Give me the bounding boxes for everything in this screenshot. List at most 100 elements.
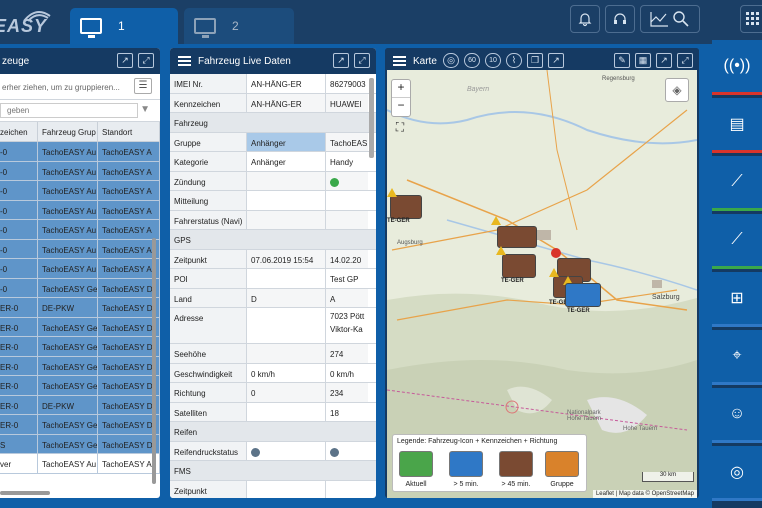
table-row[interactable]: -0 TachoEASY Au TachoEASY A	[0, 200, 160, 220]
list-icon[interactable]: ☰	[134, 78, 152, 94]
filter-row: ▼	[0, 100, 160, 122]
direction-icon	[496, 246, 506, 255]
vehicle-marker[interactable]	[502, 254, 536, 278]
menu-icon[interactable]	[393, 56, 406, 66]
data-row: Seehöhe 274	[170, 344, 376, 364]
status-dot-icon	[330, 447, 339, 457]
field-value-2	[326, 210, 368, 229]
table-cell: S	[0, 434, 38, 453]
sidebar-button[interactable]: ☺	[712, 388, 762, 443]
column-header[interactable]: zeichen	[0, 122, 38, 141]
tab-1[interactable]: 1	[70, 8, 178, 44]
filter-input[interactable]	[0, 103, 138, 118]
table-row[interactable]: -0 TachoEASY Au TachoEASY A	[0, 259, 160, 279]
globe-icon[interactable]: ◎	[443, 53, 459, 68]
table-cell: ER-0	[0, 298, 38, 317]
column-header[interactable]: Standort	[98, 122, 160, 141]
section-header: Fahrzeug	[170, 113, 376, 133]
table-row[interactable]: ER-0 TachoEASY Ge TachoEASY D	[0, 376, 160, 396]
table-row[interactable]: -0 TachoEASY Au TachoEASY A	[0, 181, 160, 201]
table-row[interactable]: ER-0 TachoEASY Ge TachoEASY D	[0, 317, 160, 337]
table-cell: TachoEASY D	[98, 415, 160, 434]
data-row: Reifendruckstatus	[170, 441, 376, 461]
sidebar-button[interactable]: ⟋	[712, 214, 762, 269]
group-bar[interactable]: erher ziehen, um zu gruppieren... ☰	[0, 74, 160, 100]
sidebar-button[interactable]: ⌖	[712, 330, 762, 385]
copy-icon[interactable]: ❐	[527, 53, 543, 68]
menu-icon[interactable]	[178, 56, 191, 66]
table-row[interactable]: -0 TachoEASY Au TachoEASY A	[0, 239, 160, 259]
tab-2[interactable]: 2	[184, 8, 294, 44]
speed-limit-10-icon[interactable]: 10	[485, 53, 501, 68]
table-row[interactable]: ER-0 DE-PKW TachoEASY D	[0, 395, 160, 415]
table-row[interactable]: ver TachoEASY Au TachoEASY A	[0, 454, 160, 474]
expand-icon[interactable]: ⤢	[138, 53, 154, 68]
data-row: Richtung 0 234	[170, 383, 376, 403]
horizontal-scrollbar[interactable]	[0, 491, 50, 495]
table-cell: -0	[0, 239, 38, 258]
zoom-out-button[interactable]: −	[392, 98, 410, 116]
vehicles-panel-header: zeuge ↗ ⤢	[0, 48, 160, 74]
vehicle-marker[interactable]	[390, 195, 422, 219]
speed-limit-60-icon[interactable]: 60	[464, 53, 480, 68]
sidebar-button[interactable]: ⊞	[712, 272, 762, 327]
export-icon[interactable]: ↗	[117, 53, 133, 68]
bell-icon[interactable]	[570, 5, 600, 33]
share-icon[interactable]: ↗	[548, 53, 564, 68]
table-row[interactable]: S TachoEASY Ge TachoEASY D	[0, 434, 160, 454]
layers-icon[interactable]: ◈	[665, 78, 689, 102]
table-row[interactable]: ER-0 TachoEASY Ge TachoEASY D	[0, 337, 160, 357]
filter-icon[interactable]: ▼	[140, 104, 150, 115]
chart-search-icon[interactable]	[640, 5, 700, 33]
export-icon[interactable]: ↗	[333, 53, 349, 68]
section-label: Fahrzeug	[170, 113, 368, 132]
table-cell: TachoEASY D	[98, 278, 160, 297]
grid-icon[interactable]	[740, 5, 762, 33]
field-value-1	[247, 344, 326, 363]
table-cell: TachoEASY A	[98, 454, 160, 473]
table-cell: TachoEASY A	[98, 142, 160, 161]
table-row[interactable]: ER-0 TachoEASY Ge TachoEASY D	[0, 415, 160, 435]
vertical-scrollbar[interactable]	[152, 238, 156, 484]
vehicle-marker[interactable]	[565, 283, 601, 307]
vehicle-label: TE-GER	[567, 308, 590, 314]
table-cell: TachoEASY D	[98, 317, 160, 336]
table-cell: TachoEASY Au	[38, 142, 98, 161]
field-label: Satelliten	[170, 402, 247, 421]
table-row[interactable]: -0 TachoEASY Au TachoEASY A	[0, 161, 160, 181]
table-cell: TachoEASY A	[98, 181, 160, 200]
vertical-scrollbar[interactable]	[369, 78, 374, 158]
sidebar-button[interactable]: ◎	[712, 446, 762, 501]
headset-icon[interactable]	[605, 5, 635, 33]
vehicle-marker[interactable]	[497, 226, 537, 248]
map-layers-icon[interactable]: ▦	[635, 53, 651, 68]
route-icon[interactable]: ⌇	[506, 53, 522, 68]
zoom-in-button[interactable]: +	[392, 80, 410, 98]
table-row[interactable]: ER-0 TachoEASY Ge TachoEASY D	[0, 356, 160, 376]
field-value-2: 18	[330, 408, 339, 418]
table-cell: DE-PKW	[38, 395, 98, 414]
column-header[interactable]: Fahrzeug Grup	[38, 122, 98, 141]
sidebar-button[interactable]: ▤	[712, 98, 762, 153]
monitor-icon	[194, 18, 216, 38]
expand-icon[interactable]: ⤢	[677, 53, 693, 68]
table-row[interactable]: -0 TachoEASY Au TachoEASY A	[0, 220, 160, 240]
location-pin-icon: ⌖	[732, 347, 742, 364]
sidebar-button[interactable]: ((•))	[712, 40, 762, 95]
export-icon[interactable]: ↗	[656, 53, 672, 68]
map-draw-icon[interactable]: ✎	[614, 53, 630, 68]
sidebar-button[interactable]: ⟋	[712, 156, 762, 211]
address-line: Viktor-Ka	[330, 325, 363, 334]
table-row[interactable]: -0 TachoEASY Au TachoEASY A	[0, 142, 160, 162]
fullscreen-icon[interactable]: ⛶	[393, 120, 407, 134]
data-row: Zeitpunkt 07.06.2019 15:54 14.02.20	[170, 249, 376, 269]
legend-icon-5min	[449, 451, 483, 477]
expand-icon[interactable]: ⤢	[354, 53, 370, 68]
table-cell: ER-0	[0, 415, 38, 434]
table-row[interactable]: -0 TachoEASY Ge TachoEASY D	[0, 278, 160, 298]
field-value-2: 14.02.20	[326, 249, 368, 268]
table-cell: TachoEASY Au	[38, 161, 98, 180]
table-row[interactable]: ER-0 DE-PKW TachoEASY D	[0, 298, 160, 318]
data-row: Zündung	[170, 171, 376, 191]
live-data-table: IMEI Nr. AN-HÄNG-ER 86279003 Kennzeichen AN-…	[170, 74, 376, 498]
